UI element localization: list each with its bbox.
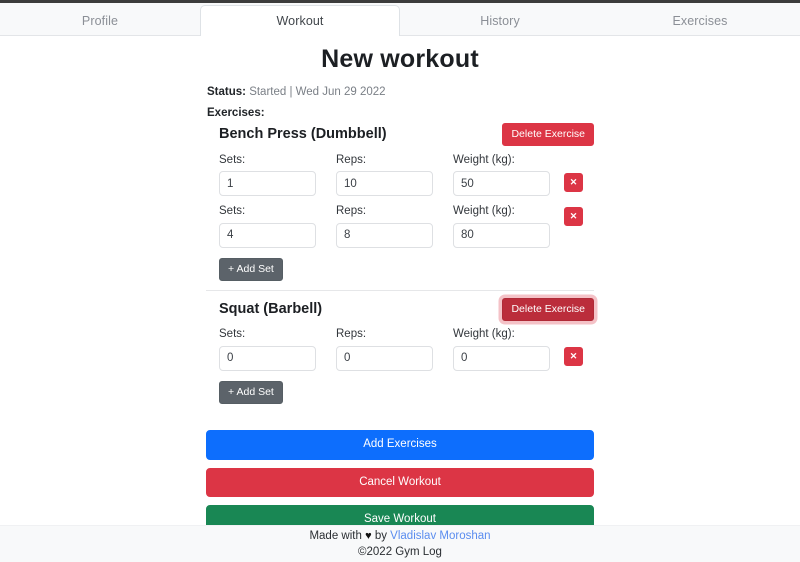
add-exercises-button[interactable]: Add Exercises [206,430,594,460]
status-label: Status: [207,86,246,98]
content-container: New workout Status: Started | Wed Jun 29… [206,36,594,535]
set-row: Sets: Reps: Weight (kg): ✕ [219,205,594,248]
exercise-name: Bench Press (Dumbbell) [219,126,387,143]
reps-label: Reps: [336,153,367,166]
tab-workout[interactable]: Workout [200,5,400,36]
delete-set-cell: ✕ [564,205,583,227]
sets-input[interactable] [219,171,316,197]
weight-label: Weight (kg): [453,153,515,166]
exercise-block: Bench Press (Dumbbell) Delete Exercise Set… [206,122,594,284]
delete-set-cell: ✕ [564,154,583,192]
sets-input[interactable] [219,345,316,371]
cancel-workout-button[interactable]: Cancel Workout [206,467,594,498]
tab-history[interactable]: History [400,5,600,35]
field-reps: Reps: [336,205,433,248]
sets-label: Sets: [219,328,246,341]
tab-label: Exercises [672,13,728,28]
exercise-block: Squat (Barbell) Delete Exercise Sets: Reps:… [206,297,594,406]
field-sets: Sets: [219,328,316,371]
weight-input[interactable] [453,171,550,197]
delete-set-cell: ✕ [564,328,583,367]
reps-input[interactable] [336,345,433,371]
weight-input[interactable] [453,345,550,371]
page-title: New workout [321,45,479,73]
tab-label: Workout [276,13,324,28]
field-weight: Weight (kg): [453,154,550,197]
reps-input[interactable] [336,171,433,197]
field-weight: Weight (kg): [453,328,550,371]
delete-set-button[interactable]: ✕ [564,172,583,192]
set-row: Sets: Reps: Weight (kg): ✕ [219,154,594,197]
tab-exercises[interactable]: Exercises [600,5,800,35]
footer-by-text: by [374,529,387,542]
field-weight: Weight (kg): [453,205,550,248]
page-content: New workout Status: Started | Wed Jun 29… [0,36,800,535]
footer-credit: Made with ♥ by Vladislav Moroshan [309,530,490,543]
exercise-header: Bench Press (Dumbbell) Delete Exercise [219,122,594,147]
delete-exercise-button[interactable]: Delete Exercise [502,297,594,322]
footer-made-with-text: Made with [309,529,362,542]
sets-label: Sets: [219,153,246,166]
delete-set-button[interactable]: ✕ [564,207,583,227]
weight-input[interactable] [453,222,550,248]
add-set-button[interactable]: + Add Set [219,257,283,282]
author-link[interactable]: Vladislav Moroshan [390,530,490,542]
set-row: Sets: Reps: Weight (kg): ✕ [219,328,594,371]
main-tabbar: Profile Workout History Exercises [0,3,800,36]
add-set-button[interactable]: + Add Set [219,380,283,405]
tab-label: Profile [81,13,119,28]
sets-label: Sets: [219,205,246,218]
field-sets: Sets: [219,154,316,197]
delete-set-button[interactable]: ✕ [564,347,583,367]
workout-actions: Add Exercises Cancel Workout Save Workout [206,430,594,535]
exercises-section-label: Exercises: [207,106,265,119]
field-reps: Reps: [336,328,433,371]
exercise-list: Bench Press (Dumbbell) Delete Exercise Set… [206,122,594,407]
field-sets: Sets: [219,205,316,248]
exercise-header: Squat (Barbell) Delete Exercise [219,297,594,322]
workout-status: Status: Started | Wed Jun 29 2022 [207,85,594,101]
reps-label: Reps: [336,205,367,218]
delete-exercise-button[interactable]: Delete Exercise [502,122,594,147]
weight-label: Weight (kg): [453,328,515,341]
exercise-divider [206,290,594,292]
tab-label: History [480,13,520,28]
reps-label: Reps: [336,328,367,341]
sets-input[interactable] [219,222,316,248]
status-value: Started | Wed Jun 29 2022 [249,86,386,98]
reps-input[interactable] [336,222,433,248]
exercise-name: Squat (Barbell) [219,301,323,318]
field-reps: Reps: [336,154,433,197]
tab-profile[interactable]: Profile [0,5,200,35]
footer-copyright: ©2022 Gym Log [358,545,442,558]
app-window: Profile Workout History Exercises New worko… [0,0,800,562]
heart-icon: ♥ [365,529,372,542]
weight-label: Weight (kg): [453,205,515,218]
page-footer: Made with ♥ by Vladislav Moroshan ©2022 … [0,525,800,562]
